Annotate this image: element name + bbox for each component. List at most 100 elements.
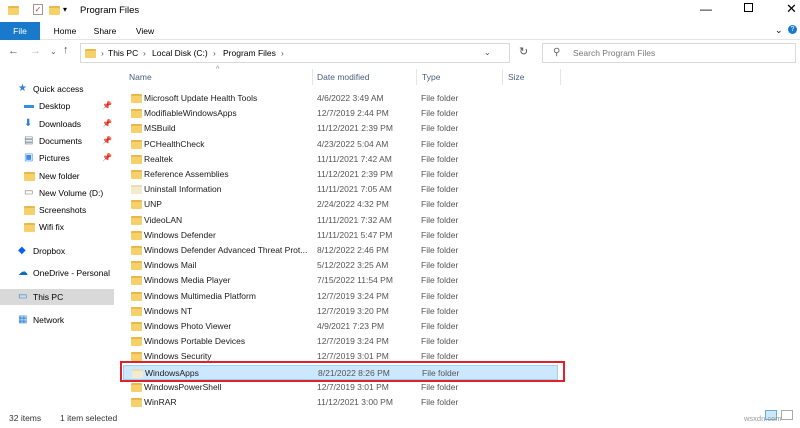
tab-share[interactable]: Share: [85, 22, 125, 40]
file-date: 12/7/2019 3:01 PM: [317, 381, 389, 392]
file-row[interactable]: UNP 2/24/2022 4:32 PM File folder: [123, 197, 558, 212]
forward-button[interactable]: →: [30, 45, 41, 57]
breadcrumb-local-disk[interactable]: Local Disk (C:): [152, 48, 208, 58]
minimize-button[interactable]: —: [700, 2, 712, 16]
search-box[interactable]: ⚲ Search Program Files: [542, 43, 796, 63]
folder-icon: [131, 322, 142, 331]
file-row[interactable]: VideoLAN 11/11/2021 7:32 AM File folder: [123, 213, 558, 228]
file-row[interactable]: Windows Photo Viewer 4/9/2021 7:23 PM File…: [123, 319, 558, 334]
pin-icon[interactable]: 📌: [102, 98, 112, 114]
sidebar-item-desktop[interactable]: ▬ Desktop 📌: [0, 98, 114, 114]
sidebar-item-quick-access[interactable]: ★ Quick access: [0, 81, 114, 97]
column-type[interactable]: Type: [422, 72, 440, 82]
file-row[interactable]: ModifiableWindowsApps 12/7/2019 2:44 PM Fi…: [123, 106, 558, 121]
desktop-icon: ▬: [24, 100, 34, 111]
folder-icon: [24, 172, 35, 181]
large-icons-view-button[interactable]: [781, 410, 793, 420]
file-date: 4/9/2021 7:23 PM: [317, 321, 385, 331]
folder-icon: [131, 261, 142, 271]
sidebar-item-wifi-fix[interactable]: Wifi fix: [0, 219, 114, 235]
file-row[interactable]: Reference Assemblies 11/12/2021 2:39 PM Fi…: [123, 167, 558, 182]
up-button[interactable]: ↑: [63, 44, 69, 56]
file-row[interactable]: Uninstall Information 11/11/2021 7:05 AM F…: [123, 182, 558, 197]
file-row[interactable]: WindowsPowerShell 12/7/2019 3:01 PM File f…: [123, 380, 558, 395]
file-type: File folder: [421, 290, 459, 301]
folder-icon: [131, 200, 142, 210]
sidebar-item-new-volume-d[interactable]: ▭ New Volume (D:): [0, 185, 114, 201]
tab-view[interactable]: View: [125, 22, 165, 40]
maximize-button[interactable]: [744, 3, 753, 12]
recent-locations-icon[interactable]: ⌄: [50, 47, 57, 56]
navigation-pane: ★ Quick access ▬ Desktop 📌 ⬇ Downloads 📌 ▤ Docume…: [0, 68, 115, 408]
sidebar-item-dropbox[interactable]: ◆ Dropbox: [0, 243, 114, 259]
sidebar-item-documents[interactable]: ▤ Documents 📌: [0, 133, 114, 149]
file-type: File folder: [421, 123, 459, 134]
address-bar[interactable]: › This PC › Local Disk (C:) › Program Fi…: [80, 43, 510, 63]
new-folder-icon[interactable]: [49, 6, 60, 15]
tab-file[interactable]: File: [0, 22, 40, 40]
sidebar-item-pictures[interactable]: ▣ Pictures 📌: [0, 150, 114, 166]
folder-icon: [131, 276, 142, 286]
pin-icon[interactable]: 📌: [102, 150, 112, 166]
file-row[interactable]: Windows Defender 11/11/2021 5:47 PM File f…: [123, 228, 558, 243]
file-row[interactable]: Windows Portable Devices 12/7/2019 3:24 P…: [123, 334, 558, 349]
sidebar-item-label: Network: [33, 315, 65, 325]
sidebar-item-label: OneDrive - Personal: [33, 268, 111, 278]
sidebar-item-network[interactable]: ▦ Network: [0, 312, 114, 328]
folder-icon: [131, 154, 142, 164]
column-date-modified[interactable]: Date modified: [317, 72, 369, 82]
help-icon[interactable]: ?: [788, 25, 797, 34]
refresh-button[interactable]: ↻: [519, 45, 528, 58]
file-row[interactable]: Windows Multimedia Platform 12/7/2019 3:2…: [123, 289, 558, 304]
file-type: File folder: [421, 184, 459, 195]
file-row[interactable]: MSBuild 11/12/2021 2:39 PM File folder: [123, 121, 558, 136]
back-button[interactable]: ←: [8, 45, 19, 57]
search-input[interactable]: Search Program Files: [573, 48, 655, 58]
file-date: 12/7/2019 3:24 PM: [317, 336, 389, 347]
pin-icon[interactable]: 📌: [102, 116, 112, 132]
ribbon-tabs: File Home Share View ⌄ ?: [0, 22, 800, 40]
file-type: File folder: [421, 260, 459, 271]
file-row[interactable]: Windows Media Player 7/15/2022 11:54 PM Fi…: [123, 273, 558, 288]
sidebar-item-onedrive-personal[interactable]: ☁ OneDrive - Personal: [0, 265, 114, 281]
close-button[interactable]: ✕: [786, 1, 797, 17]
file-row[interactable]: Realtek 11/11/2021 7:42 AM File folder: [123, 152, 558, 167]
file-type: File folder: [421, 214, 459, 225]
sidebar-item-label: Desktop: [39, 101, 71, 111]
file-row[interactable]: Windows Defender Advanced Threat Prot...…: [123, 243, 558, 258]
folder-icon: [131, 398, 142, 407]
sidebar-item-screenshots[interactable]: Screenshots: [0, 202, 114, 218]
folder-icon: [131, 230, 142, 240]
address-dropdown-icon[interactable]: ⌄: [484, 48, 491, 57]
file-name: Windows Defender: [144, 229, 216, 240]
file-row[interactable]: WinRAR 11/12/2021 3:00 PM File folder: [123, 395, 558, 410]
folder-icon: [8, 6, 19, 15]
column-size[interactable]: Size: [508, 72, 525, 82]
sidebar-item-label: New folder: [39, 171, 80, 181]
file-row[interactable]: Windows Mail 5/12/2022 3:25 AM File folder: [123, 258, 558, 273]
properties-icon[interactable]: ✓: [33, 4, 43, 15]
sidebar-item-downloads[interactable]: ⬇ Downloads 📌: [0, 116, 114, 132]
breadcrumb-this-pc[interactable]: This PC: [108, 48, 138, 58]
file-date: 8/12/2022 2:46 PM: [317, 245, 389, 255]
sidebar-item-label: This PC: [33, 292, 64, 302]
drive-icon: ▭: [24, 187, 34, 198]
tab-home[interactable]: Home: [45, 22, 85, 40]
folder-icon: [131, 246, 142, 255]
column-name[interactable]: Name: [129, 72, 152, 82]
file-name: Windows Portable Devices: [144, 336, 246, 347]
quick-access-dropdown-icon[interactable]: ▾: [63, 5, 67, 14]
sidebar-item-this-pc[interactable]: ▭ This PC: [0, 289, 114, 305]
breadcrumb-program-files[interactable]: Program Files: [223, 48, 276, 58]
pin-icon[interactable]: 📌: [102, 133, 112, 149]
file-row[interactable]: Windows NT 12/7/2019 3:20 PM File folder: [123, 304, 558, 319]
file-type: File folder: [421, 381, 459, 392]
file-row[interactable]: Microsoft Update Health Tools 4/6/2022 3:…: [123, 91, 558, 106]
sidebar-item-new-folder[interactable]: New folder: [0, 168, 114, 184]
sidebar-item-label: Screenshots: [39, 205, 87, 215]
file-type: File folder: [421, 275, 459, 286]
expand-ribbon-icon[interactable]: ⌄: [775, 25, 783, 36]
search-icon: ⚲: [553, 47, 561, 58]
file-name: ModifiableWindowsApps: [144, 108, 237, 119]
file-row[interactable]: PCHealthCheck 4/23/2022 5:04 AM File folde…: [123, 137, 558, 152]
